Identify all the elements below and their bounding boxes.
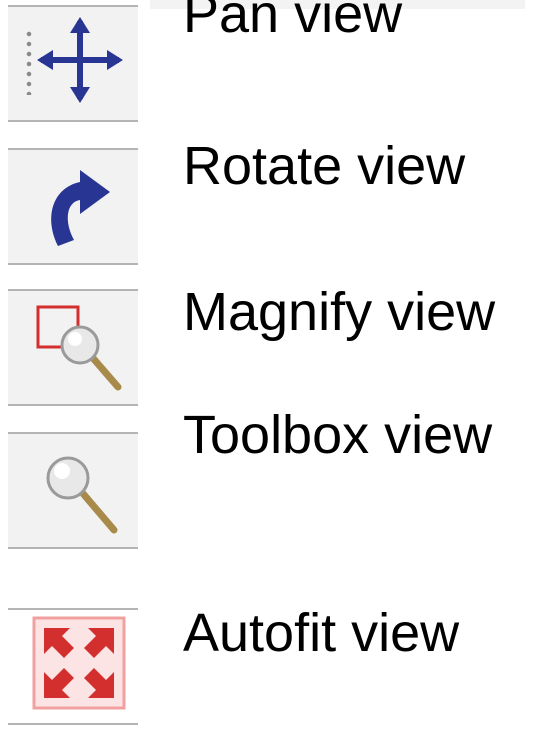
- rotate-icon: [51, 170, 110, 246]
- rotate-button[interactable]: [8, 150, 138, 263]
- legend-row-autofit: Autofit view: [0, 603, 557, 754]
- toolbox-view-label: Toolbox view: [183, 405, 493, 465]
- separator: [8, 404, 138, 406]
- pan-button[interactable]: [8, 7, 138, 120]
- magnify-button-cell: [8, 289, 138, 435]
- separator: [8, 263, 138, 265]
- magnify-button[interactable]: [8, 291, 138, 404]
- rotate-button-cell: [8, 148, 138, 294]
- toolbox-button[interactable]: [8, 434, 138, 547]
- pan-view-label: Pan view: [183, 0, 403, 44]
- autofit-view-label: Autofit view: [183, 603, 460, 663]
- toolbox-button-cell: [8, 432, 138, 578]
- separator: [8, 723, 138, 725]
- legend-row-toolbox: Toolbox view: [0, 405, 557, 578]
- magnify-icon: [36, 305, 122, 391]
- autofit-button-cell: [8, 608, 138, 754]
- autofit-button[interactable]: [8, 610, 138, 723]
- autofit-icon: [32, 616, 126, 710]
- toolbox-magnifier-icon: [46, 456, 118, 534]
- pan-button-cell: [8, 5, 138, 151]
- rotate-view-label: Rotate view: [183, 136, 466, 196]
- pan-icon: [37, 17, 123, 103]
- separator: [8, 547, 138, 549]
- separator: [8, 120, 138, 122]
